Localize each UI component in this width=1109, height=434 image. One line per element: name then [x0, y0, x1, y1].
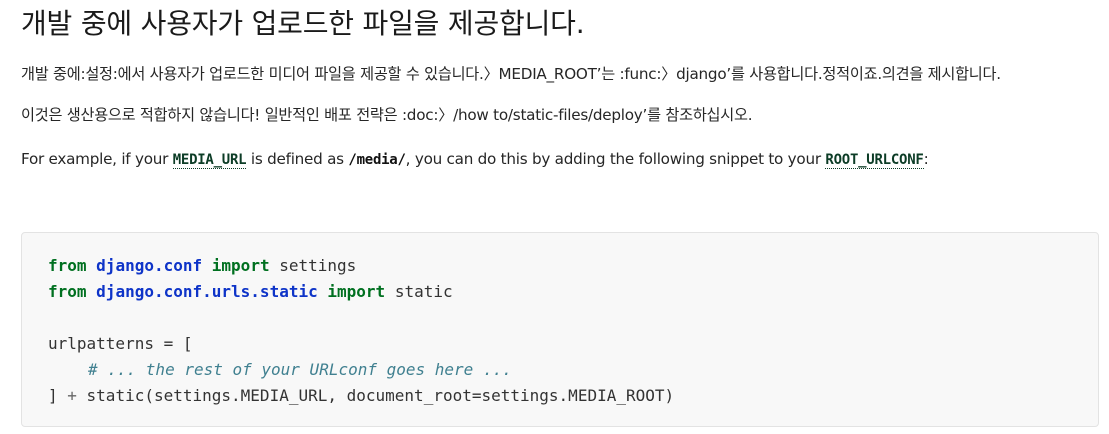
- code-line-import-settings: from django.conf import settings: [48, 253, 1072, 279]
- code-module: django.conf.urls.static: [96, 282, 318, 301]
- intro-paragraph: 개발 중에:설정:에서 사용자가 업로드한 미디어 파일을 제공할 수 있습니다…: [21, 65, 1001, 83]
- code-comment: # ... the rest of your URLconf goes here…: [88, 360, 512, 379]
- code-name: static: [394, 282, 453, 301]
- code-operator: +: [67, 386, 77, 405]
- code-bracket: ]: [48, 386, 68, 405]
- media-url-code-link[interactable]: MEDIA_URL: [172, 152, 247, 169]
- code-line-static-call: ] + static(settings.MEDIA_URL, document_…: [48, 383, 1072, 409]
- example-text-2: is defined as: [246, 150, 349, 168]
- example-text-3: , you can do this by adding the followin…: [405, 150, 826, 168]
- code-keyword: from: [48, 282, 87, 301]
- example-text-4: :: [923, 150, 929, 168]
- code-block: from django.conf import settings from dj…: [21, 232, 1099, 427]
- example-text-1: For example, if your: [21, 150, 173, 168]
- code-line-urlpatterns: urlpatterns = [: [48, 334, 193, 353]
- code-keyword: from: [48, 256, 87, 275]
- root-urlconf-code-link[interactable]: ROOT_URLCONF: [825, 152, 924, 169]
- code-keyword: import: [211, 256, 270, 275]
- warning-paragraph: 이것은 생산용으로 적합하지 않습니다! 일반적인 배포 전략은 :doc:〉/…: [21, 106, 753, 124]
- code-static-call: static(settings.MEDIA_URL, document_root…: [76, 386, 675, 405]
- example-paragraph: For example, if your MEDIA_URL is define…: [21, 147, 1099, 172]
- code-line-comment: # ... the rest of your URLconf goes here…: [48, 357, 1072, 383]
- code-line-import-static: from django.conf.urls.static import stat…: [48, 279, 1072, 305]
- section-heading: 개발 중에 사용자가 업로드한 파일을 제공합니다.: [21, 7, 585, 40]
- media-path-code: /media/: [348, 152, 406, 168]
- code-module: django.conf: [96, 256, 203, 275]
- code-name: settings: [279, 256, 357, 275]
- code-keyword: import: [327, 282, 386, 301]
